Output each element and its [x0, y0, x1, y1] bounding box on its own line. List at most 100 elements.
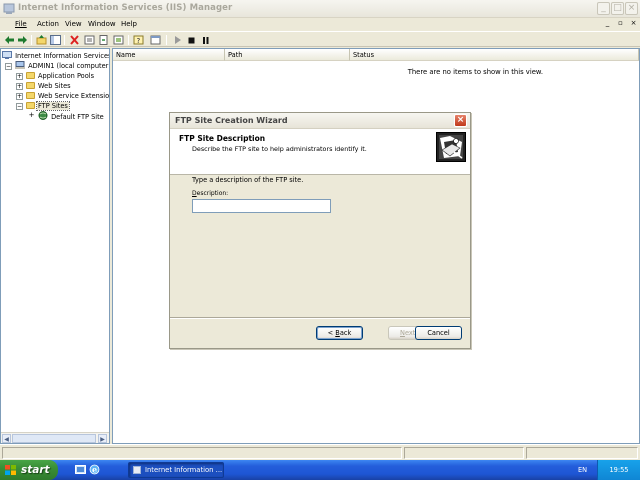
refresh-icon[interactable]	[98, 35, 109, 45]
toolbar-separator	[31, 35, 32, 45]
tree-child-label: Default FTP Site	[51, 113, 104, 121]
taskbar: start e Internet Information ... EN 19:5…	[0, 460, 640, 480]
computer-icon	[15, 61, 25, 69]
menu-action[interactable]: Action	[37, 20, 59, 28]
wizard-title: FTP Site Creation Wizard	[175, 116, 288, 125]
toolbar-separator	[64, 35, 65, 45]
show-desktop-icon[interactable]	[75, 464, 86, 475]
svg-text:e: e	[92, 465, 97, 475]
tree-expand-app-pools[interactable]: +	[16, 73, 23, 80]
menu-file-label: File	[15, 20, 27, 28]
tree-collapse-ftp-sites[interactable]: −	[16, 103, 23, 110]
toolbar-separator	[166, 35, 167, 45]
tree-item-default-ftp-site[interactable]: Default FTP Site	[38, 111, 105, 121]
tree-item-label: Application Pools	[38, 72, 95, 80]
menu-window[interactable]: Window	[88, 20, 116, 28]
tree-root-label: Internet Information Services	[15, 52, 110, 60]
delete-icon[interactable]	[69, 35, 80, 45]
internet-explorer-icon[interactable]: e	[89, 464, 100, 475]
scroll-thumb[interactable]	[12, 434, 96, 443]
status-bar	[0, 444, 640, 460]
child-close-button[interactable]: ×	[629, 19, 638, 28]
status-cell	[2, 447, 402, 459]
menu-help[interactable]: Help	[121, 20, 137, 28]
status-cell	[404, 447, 524, 459]
play-icon[interactable]	[172, 35, 183, 45]
ftp-site-creation-wizard: FTP Site Creation Wizard × FTP Site Desc…	[169, 112, 471, 349]
menu-action-label: Action	[37, 20, 59, 28]
child-restore-button[interactable]: ▫	[616, 19, 625, 28]
task-iis-manager[interactable]: Internet Information ...	[128, 462, 224, 478]
language-indicator[interactable]: EN	[578, 460, 587, 480]
folder-icon	[26, 92, 35, 99]
show-hide-tree-icon[interactable]	[50, 35, 61, 45]
menu-window-label: Window	[88, 20, 116, 28]
ftp-site-icon	[38, 111, 48, 120]
console-icon[interactable]	[150, 35, 161, 45]
toolbar: ?	[0, 31, 640, 47]
column-header-name[interactable]: Name	[113, 49, 225, 61]
start-label: start	[21, 464, 50, 476]
tree-item-label: Web Service Extensions	[38, 92, 110, 100]
scroll-left-button[interactable]: ◀	[2, 434, 11, 443]
export-icon[interactable]	[113, 35, 124, 45]
up-icon[interactable]	[36, 35, 47, 45]
back-button[interactable]: < Back	[316, 326, 363, 340]
folder-icon	[26, 72, 35, 79]
tree-expand-default-ftp[interactable]: +	[28, 112, 35, 120]
wizard-body: Type a description of the FTP site. Desc…	[170, 176, 470, 316]
tree-expand-web-service-extensions[interactable]: +	[16, 93, 23, 100]
svg-text:?: ?	[137, 37, 141, 45]
folder-icon	[26, 82, 35, 89]
description-label-text: escription:	[196, 190, 229, 197]
stop-icon[interactable]	[186, 35, 197, 45]
tree-horizontal-scrollbar[interactable]: ◀ ▶	[1, 432, 109, 443]
tree-collapse-computer[interactable]: −	[5, 63, 12, 70]
pause-icon[interactable]	[200, 35, 211, 45]
back-icon[interactable]	[4, 35, 15, 45]
start-button[interactable]: start	[0, 460, 58, 480]
tree-item-application-pools[interactable]: Application Pools	[26, 71, 95, 81]
menu-view[interactable]: View	[65, 20, 82, 28]
maximize-button[interactable]: □	[611, 2, 624, 15]
iis-app-icon	[3, 3, 15, 14]
wizard-button-separator	[170, 317, 470, 319]
toolbar-separator	[128, 35, 129, 45]
column-header-status[interactable]: Status	[350, 49, 639, 61]
back-button-label: ack	[339, 329, 352, 337]
description-label: Description:	[192, 190, 228, 197]
empty-list-message: There are no items to show in this view.	[407, 68, 543, 76]
console-tree[interactable]: Internet Information Services − ADMIN1 (…	[0, 48, 110, 444]
minimize-button[interactable]: _	[597, 2, 610, 15]
main-titlebar[interactable]: Internet Information Services (IIS) Mana…	[0, 0, 640, 18]
tree-computer-label: ADMIN1 (local computer)	[28, 62, 110, 70]
cancel-button[interactable]: Cancel	[415, 326, 462, 340]
wizard-close-button[interactable]: ×	[454, 114, 467, 127]
close-button[interactable]: ×	[625, 2, 638, 15]
tree-computer[interactable]: ADMIN1 (local computer)	[15, 61, 110, 71]
tree-item-web-service-extensions[interactable]: Web Service Extensions	[26, 91, 110, 101]
tree-item-ftp-sites[interactable]: FTP Sites	[26, 101, 70, 111]
clock[interactable]: 19:55	[609, 466, 628, 474]
menu-bar: File Action View Window Help	[0, 18, 640, 31]
wizard-step-title: FTP Site Description	[179, 134, 266, 143]
help-icon[interactable]: ?	[133, 35, 144, 45]
wizard-titlebar[interactable]: FTP Site Creation Wizard ×	[170, 113, 470, 129]
child-minimize-button[interactable]: _	[603, 19, 612, 28]
tree-expand-web-sites[interactable]: +	[16, 83, 23, 90]
properties-icon[interactable]	[84, 35, 95, 45]
windows-logo-icon	[5, 465, 16, 475]
cancel-button-label: Cancel	[427, 329, 450, 337]
iis-icon	[2, 51, 12, 59]
tree-item-web-sites[interactable]: Web Sites	[26, 81, 72, 91]
forward-icon[interactable]	[17, 35, 28, 45]
status-cell	[526, 447, 638, 459]
tree-item-label: Web Sites	[38, 82, 71, 90]
folder-icon	[26, 102, 35, 109]
scroll-right-button[interactable]: ▶	[98, 434, 107, 443]
column-header-path[interactable]: Path	[225, 49, 350, 61]
description-input[interactable]	[192, 199, 331, 213]
system-tray: 19:55	[597, 460, 640, 480]
tree-root[interactable]: Internet Information Services	[2, 51, 110, 61]
menu-file[interactable]: File	[15, 20, 27, 28]
